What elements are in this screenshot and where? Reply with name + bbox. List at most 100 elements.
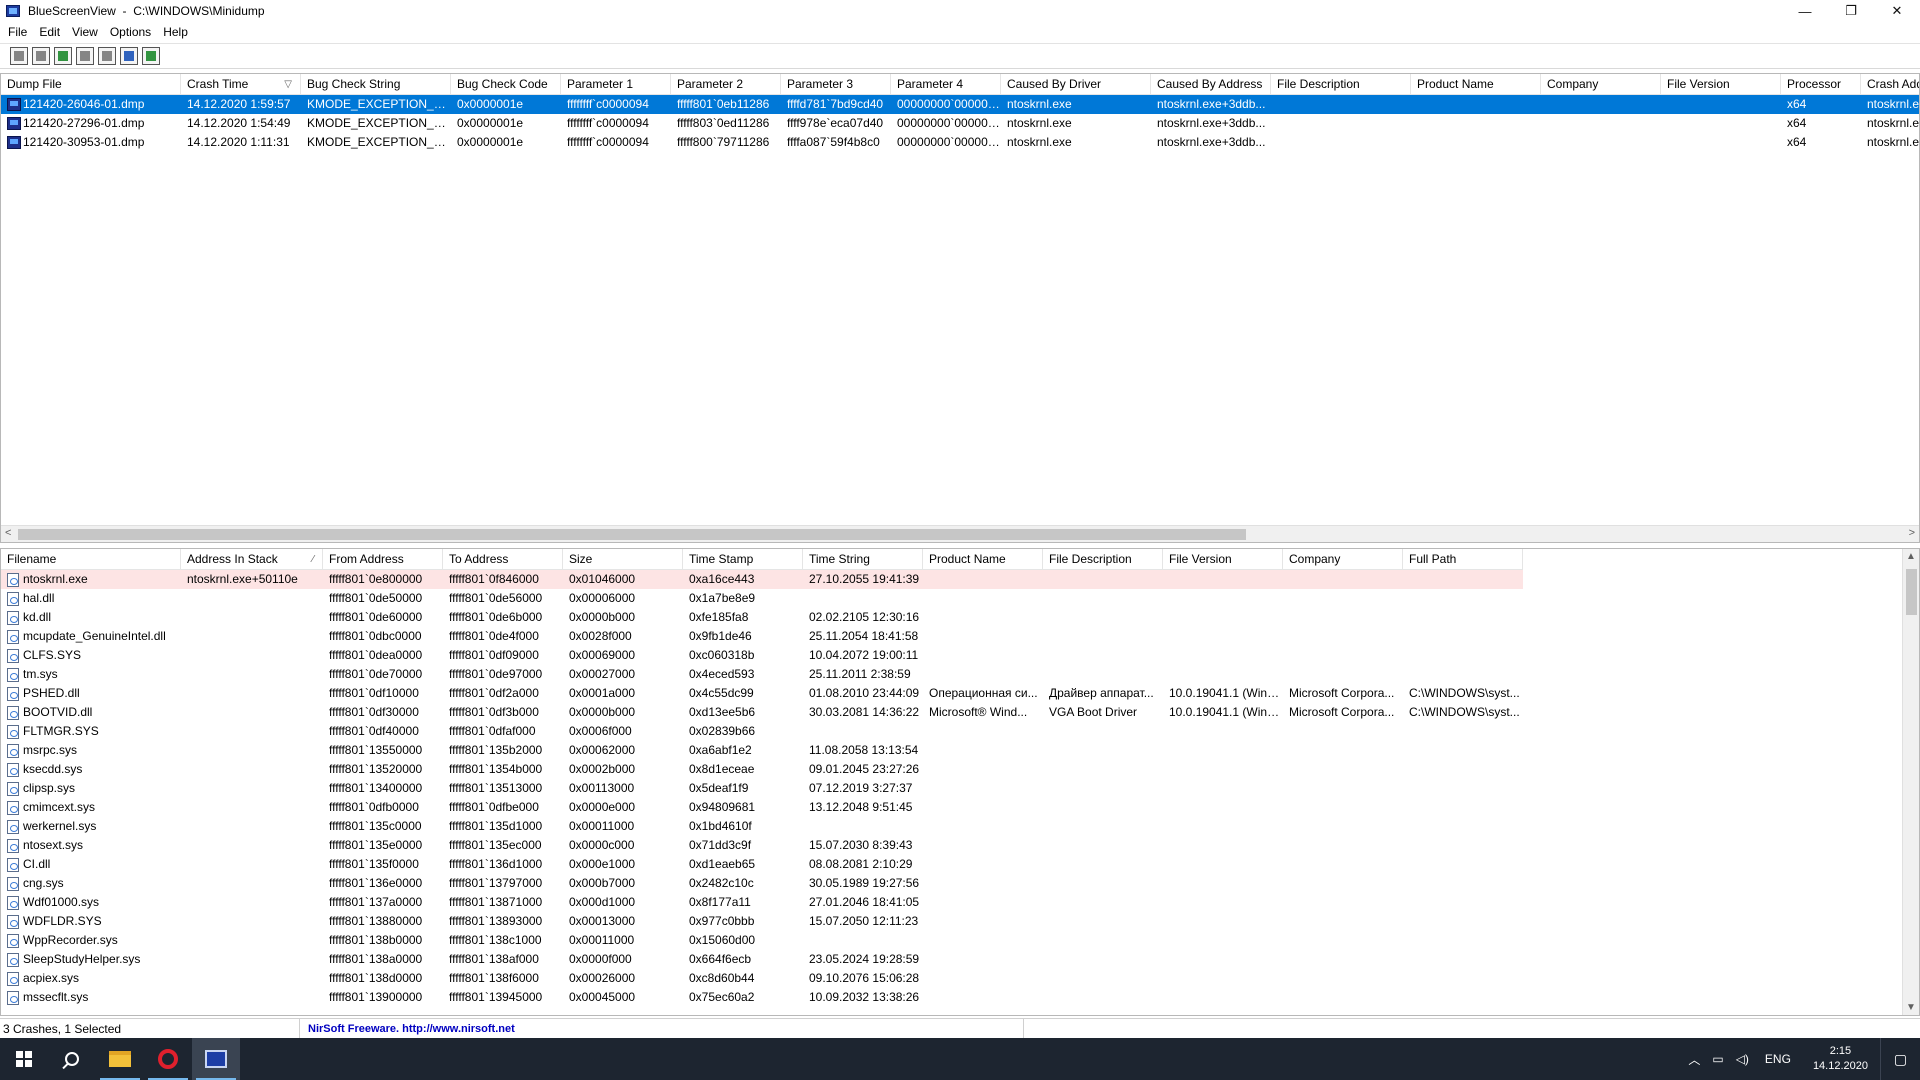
table-row[interactable]: ntosext.sys fffff801`135e0000 fffff801`135… [1, 836, 1523, 855]
menu-options[interactable]: Options [104, 25, 157, 39]
folder-path: C:\WINDOWS\Minidump [133, 4, 265, 18]
table-row[interactable]: acpiex.sys fffff801`138d0000 fffff801`138f… [1, 969, 1523, 988]
driver-list[interactable]: Filename Address In Stack ⁄ From Address To … [0, 548, 1920, 1016]
menu-file[interactable]: File [2, 25, 33, 39]
column-header-product-name[interactable]: Product Name [1411, 74, 1541, 95]
properties-icon[interactable] [10, 47, 28, 65]
column-header-from-address[interactable]: From Address [323, 549, 443, 570]
table-row[interactable]: clipsp.sys fffff801`13400000 fffff801`1351… [1, 779, 1523, 798]
driver-list-vscrollbar[interactable]: ▲ ▼ [1902, 549, 1919, 1015]
network-icon[interactable]: ▭ [1712, 1052, 1723, 1066]
cell-size: 0x00011000 [569, 933, 635, 947]
bluescreenview-taskbar-button[interactable] [192, 1038, 240, 1080]
refresh-icon[interactable] [54, 47, 72, 65]
table-row[interactable]: BOOTVID.dll fffff801`0df30000 fffff801`0df… [1, 703, 1523, 722]
column-header-filename[interactable]: Filename [1, 549, 181, 570]
table-row[interactable]: PSHED.dll fffff801`0df10000 fffff801`0df2a… [1, 684, 1523, 703]
table-row[interactable]: Wdf01000.sys fffff801`137a0000 fffff801`13… [1, 893, 1523, 912]
crash-list[interactable]: Dump File Crash Time ▽ Bug Check String Bug … [0, 73, 1920, 543]
column-header-file-version[interactable]: File Version [1163, 549, 1283, 570]
column-header-size[interactable]: Size [563, 549, 683, 570]
close-button[interactable]: ✕ [1874, 0, 1920, 22]
app-name: BlueScreenView [28, 4, 116, 18]
table-row[interactable]: kd.dll fffff801`0de60000 fffff801`0de6b000… [1, 608, 1523, 627]
menu-help[interactable]: Help [157, 25, 194, 39]
save-icon[interactable] [32, 47, 50, 65]
cell-product-name [923, 836, 1043, 855]
table-row[interactable]: 121420-30953-01.dmp 14.12.2020 1:11:31 KMO… [1, 133, 1919, 152]
column-header-dump-file[interactable]: Dump File [1, 74, 181, 95]
menu-edit[interactable]: Edit [33, 25, 66, 39]
table-row[interactable]: CI.dll fffff801`135f0000 fffff801`136d1000… [1, 855, 1523, 874]
table-row[interactable]: 121420-26046-01.dmp 14.12.2020 1:59:57 KMO… [1, 95, 1919, 114]
column-header-caused-by-address[interactable]: Caused By Address [1151, 74, 1271, 95]
column-header-address-in-stack[interactable]: Address In Stack ⁄ [181, 549, 323, 570]
table-row[interactable]: ntoskrnl.exe ntoskrnl.exe+50110e fffff801`… [1, 570, 1523, 589]
find-icon[interactable] [120, 47, 138, 65]
scroll-left-icon[interactable]: < [5, 527, 11, 539]
column-header-company[interactable]: Company [1283, 549, 1403, 570]
table-row[interactable]: ksecdd.sys fffff801`13520000 fffff801`1354… [1, 760, 1523, 779]
table-row[interactable]: cng.sys fffff801`136e0000 fffff801`1379700… [1, 874, 1523, 893]
cell-product-name [923, 931, 1043, 950]
table-row[interactable]: tm.sys fffff801`0de70000 fffff801`0de97000… [1, 665, 1523, 684]
crash-list-hscrollbar[interactable]: < > [1, 525, 1919, 542]
html-report-icon[interactable] [98, 47, 116, 65]
cell-product-name [923, 608, 1043, 627]
exit-icon[interactable] [142, 47, 160, 65]
column-header-file-version[interactable]: File Version [1661, 74, 1781, 95]
cell-filename: ksecdd.sys [1, 760, 181, 779]
cell-caused-by-address: ntoskrnl.exe+3ddb... [1157, 116, 1266, 130]
table-row[interactable]: werkernel.sys fffff801`135c0000 fffff801`1… [1, 817, 1523, 836]
table-row[interactable]: mcupdate_GenuineIntel.dll fffff801`0dbc00… [1, 627, 1523, 646]
language-indicator[interactable]: ENG [1765, 1052, 1791, 1066]
column-header-parameter-4[interactable]: Parameter 4 [891, 74, 1001, 95]
clock[interactable]: 2:15 14.12.2020 [1813, 1044, 1868, 1074]
chevron-up-icon[interactable]: ︿ [1688, 1051, 1700, 1068]
column-header-bug-check-code[interactable]: Bug Check Code [451, 74, 561, 95]
column-header-processor[interactable]: Processor [1781, 74, 1861, 95]
file-explorer-button[interactable] [96, 1038, 144, 1080]
table-row[interactable]: mssecflt.sys fffff801`13900000 fffff801`13… [1, 988, 1523, 1007]
table-row[interactable]: msrpc.sys fffff801`13550000 fffff801`135b2… [1, 741, 1523, 760]
column-header-company[interactable]: Company [1541, 74, 1661, 95]
table-row[interactable]: 121420-27296-01.dmp 14.12.2020 1:54:49 KMO… [1, 114, 1919, 133]
column-header-label: Bug Check String [307, 77, 401, 91]
column-header-crash-time[interactable]: Crash Time ▽ [181, 74, 301, 95]
opera-button[interactable] [144, 1038, 192, 1080]
scroll-right-icon[interactable]: > [1909, 527, 1915, 539]
start-button[interactable] [0, 1038, 48, 1080]
menu-view[interactable]: View [66, 25, 104, 39]
column-header-full-path[interactable]: Full Path [1403, 549, 1523, 570]
column-header-to-address[interactable]: To Address [443, 549, 563, 570]
column-header-crash-address[interactable]: Crash Address [1861, 74, 1919, 95]
column-header-parameter-2[interactable]: Parameter 2 [671, 74, 781, 95]
column-header-file-description[interactable]: File Description [1271, 74, 1411, 95]
volume-icon[interactable]: ◁) [1736, 1052, 1749, 1066]
table-row[interactable]: WDFLDR.SYS fffff801`13880000 fffff801`1389… [1, 912, 1523, 931]
scroll-up-icon[interactable]: ▲ [1906, 551, 1916, 562]
column-header-file-description[interactable]: File Description [1043, 549, 1163, 570]
table-row[interactable]: CLFS.SYS fffff801`0dea0000 fffff801`0df090… [1, 646, 1523, 665]
minimize-button[interactable]: — [1782, 0, 1828, 22]
copy-icon[interactable] [76, 47, 94, 65]
restore-button[interactable]: ❐ [1828, 0, 1874, 22]
nirsoft-link[interactable]: NirSoft Freeware. http://www.nirsoft.net [300, 1018, 1024, 1039]
notification-icon[interactable]: ▢ [1880, 1038, 1920, 1080]
column-header-caused-by-driver[interactable]: Caused By Driver [1001, 74, 1151, 95]
table-row[interactable]: hal.dll fffff801`0de50000 fffff801`0de5600… [1, 589, 1523, 608]
table-row[interactable]: SleepStudyHelper.sys fffff801`138a0000 fff… [1, 950, 1523, 969]
table-row[interactable]: cmimcext.sys fffff801`0dfb0000 fffff801`0d… [1, 798, 1523, 817]
column-header-time-stamp[interactable]: Time Stamp [683, 549, 803, 570]
hscroll-thumb[interactable] [18, 529, 1246, 540]
column-header-time-string[interactable]: Time String [803, 549, 923, 570]
column-header-parameter-3[interactable]: Parameter 3 [781, 74, 891, 95]
scroll-down-icon[interactable]: ▼ [1906, 1002, 1916, 1013]
search-button[interactable] [48, 1038, 96, 1080]
table-row[interactable]: WppRecorder.sys fffff801`138b0000 fffff801… [1, 931, 1523, 950]
column-header-parameter-1[interactable]: Parameter 1 [561, 74, 671, 95]
vscroll-thumb[interactable] [1906, 569, 1917, 615]
table-row[interactable]: FLTMGR.SYS fffff801`0df40000 fffff801`0dfa… [1, 722, 1523, 741]
column-header-bug-check-string[interactable]: Bug Check String [301, 74, 451, 95]
column-header-product-name[interactable]: Product Name [923, 549, 1043, 570]
